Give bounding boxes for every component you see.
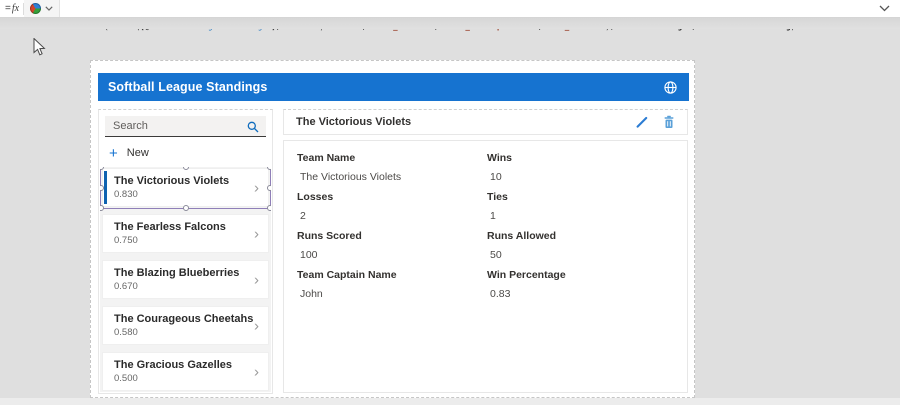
field-label: Ties [487, 191, 687, 203]
app-title-bar[interactable]: Softball League Standings [98, 73, 689, 101]
field-label: Wins [487, 152, 687, 164]
list-item[interactable]: The Courageous Cheetahs 0.580 › [102, 306, 269, 345]
edit-button[interactable] [635, 115, 649, 129]
field-value: 10 [487, 171, 687, 183]
field-value: 50 [487, 249, 687, 261]
mouse-cursor-icon [33, 38, 46, 57]
team-name: The Gracious Gazelles [114, 359, 244, 371]
field-label: Win Percentage [487, 269, 687, 281]
resize-handle[interactable] [267, 167, 271, 170]
field-value: 2 [297, 210, 487, 222]
fx-icon: fx [12, 3, 19, 14]
form-field: Losses 2 [297, 191, 487, 230]
resize-handle[interactable] [183, 167, 189, 170]
page-title: Softball League Standings [98, 80, 267, 94]
control-selection-outline [100, 167, 271, 209]
field-value: 100 [297, 249, 487, 261]
records-list: The Victorious Violets 0.830 › [100, 167, 271, 392]
trash-icon [663, 115, 675, 129]
form-field: Runs Scored 100 [297, 230, 487, 269]
resize-handle[interactable] [267, 205, 271, 211]
delete-button[interactable] [663, 115, 675, 129]
team-name: The Courageous Cheetahs [114, 313, 244, 325]
records-list-panel: + New The Victorious Violets 0.830 › [98, 109, 273, 394]
app-canvas-screen: Softball League Standings + New [90, 60, 695, 398]
chevron-right-icon: › [254, 179, 259, 196]
chevron-right-icon: › [254, 225, 259, 242]
list-item[interactable]: The Gracious Gazelles 0.500 › [102, 352, 269, 391]
win-percentage-value: 0.670 [114, 281, 244, 292]
team-name: The Victorious Violets [114, 175, 244, 187]
powerapps-studio: = fx Sort(Search([@'Softball League Stan… [0, 0, 900, 405]
selected-item-indicator [104, 171, 107, 204]
chevron-down-icon [879, 5, 890, 12]
list-item[interactable]: The Blazing Blueberries 0.670 › [102, 260, 269, 299]
resize-handle[interactable] [100, 205, 104, 211]
form-field: Runs Allowed 50 [487, 230, 687, 269]
form-field: Team Captain Name John [297, 269, 487, 308]
resize-handle[interactable] [267, 185, 271, 191]
pencil-icon [635, 115, 649, 129]
equals-icon: = [5, 3, 11, 14]
chevron-down-icon [45, 6, 53, 11]
detail-actions [635, 115, 687, 129]
chevron-right-icon: › [254, 363, 259, 380]
form-field: Team Name The Victorious Violets [297, 152, 487, 191]
plus-icon: + [109, 146, 118, 161]
form-field: Wins 10 [487, 152, 687, 191]
list-item[interactable]: The Fearless Falcons 0.750 › [102, 214, 269, 253]
new-record-button[interactable]: + New [105, 141, 149, 165]
win-percentage-value: 0.500 [114, 373, 244, 384]
list-item[interactable]: The Victorious Violets 0.830 › [102, 168, 269, 207]
globe-icon[interactable] [663, 80, 678, 95]
field-label: Losses [297, 191, 487, 203]
toolbar-shadow-strip [0, 18, 900, 29]
win-percentage-value: 0.750 [114, 235, 244, 246]
field-value: John [297, 288, 487, 300]
form-field: Win Percentage 0.83 [487, 269, 687, 308]
field-value: 1 [487, 210, 687, 222]
property-selector-dropdown[interactable] [24, 0, 60, 17]
chevron-right-icon: › [254, 317, 259, 334]
detail-header-bar: The Victorious Violets [283, 109, 688, 135]
resize-handle[interactable] [100, 167, 104, 170]
form-field: Ties 1 [487, 191, 687, 230]
formula-bar: = fx Sort(Search([@'Softball League Stan… [0, 0, 900, 18]
team-name: The Blazing Blueberries [114, 267, 244, 279]
formula-bar-expand-button[interactable] [869, 5, 900, 12]
search-box [105, 116, 266, 137]
app-data-sphere-icon [30, 3, 41, 14]
team-name: The Fearless Falcons [114, 221, 244, 233]
win-percentage-value: 0.830 [114, 189, 244, 200]
field-value: 0.83 [487, 288, 687, 300]
search-input[interactable] [105, 116, 266, 137]
field-label: Team Captain Name [297, 269, 487, 281]
resize-handle[interactable] [183, 205, 189, 211]
canvas-bottom-edge [0, 398, 900, 405]
field-value: The Victorious Violets [297, 171, 487, 183]
search-icon[interactable] [247, 121, 259, 133]
win-percentage-value: 0.580 [114, 327, 244, 338]
chevron-right-icon: › [254, 271, 259, 288]
new-label: New [127, 147, 149, 159]
field-label: Team Name [297, 152, 487, 164]
record-detail-form: Team Name The Victorious Violets Wins 10… [283, 140, 688, 393]
field-label: Runs Allowed [487, 230, 687, 242]
detail-record-title: The Victorious Violets [284, 116, 411, 128]
field-label: Runs Scored [297, 230, 487, 242]
